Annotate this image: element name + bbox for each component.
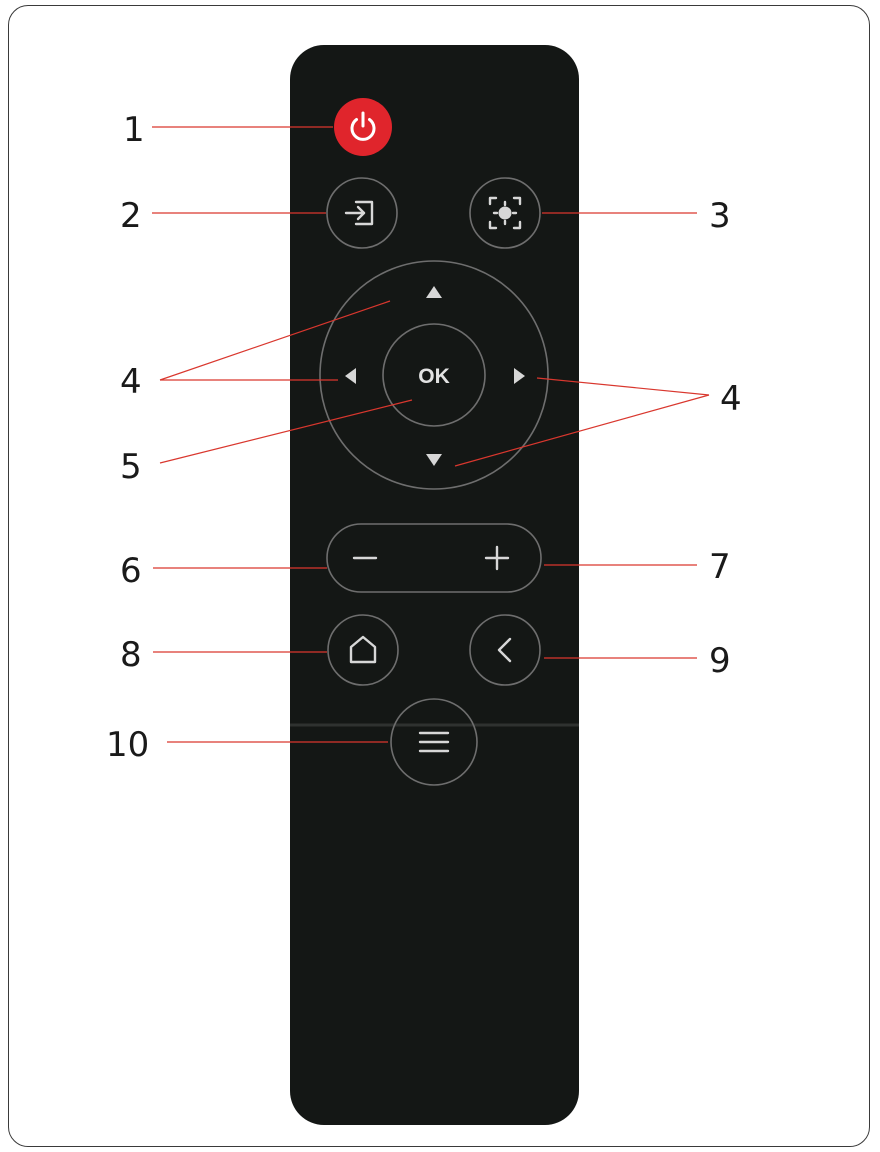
callout-8: 8 [120, 635, 142, 675]
callout-4-left: 4 [120, 362, 142, 402]
callout-6: 6 [120, 551, 142, 591]
callout-10: 10 [106, 725, 149, 765]
power-button[interactable] [334, 98, 392, 156]
callout-1: 1 [123, 110, 145, 150]
remote-body [290, 45, 579, 1125]
ok-label: OK [418, 365, 450, 388]
callout-9: 9 [709, 641, 731, 681]
callout-5: 5 [120, 447, 142, 487]
callout-4-right: 4 [720, 379, 742, 419]
callout-3: 3 [709, 196, 731, 236]
callout-2: 2 [120, 196, 142, 236]
remote-diagram: OK 1 2 3 4 4 5 6 7 8 9 10 [106, 45, 742, 1125]
callout-7: 7 [709, 547, 731, 587]
